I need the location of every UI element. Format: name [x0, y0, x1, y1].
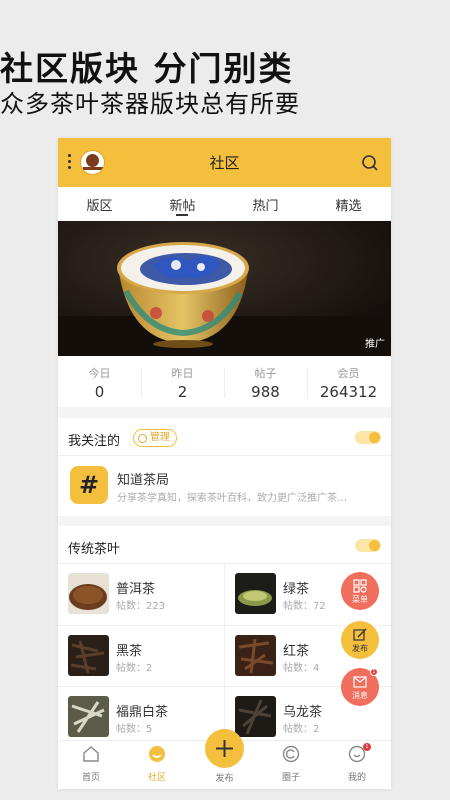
app-header: 社区	[58, 138, 391, 187]
page-title: 社区	[209, 154, 240, 172]
tab-home[interactable]: 首页	[58, 745, 124, 783]
stat-label: 会员	[337, 367, 360, 380]
category-name: 普洱茶	[116, 582, 156, 597]
tab-bar-top: 版区 新帖 热门 精选	[58, 187, 391, 221]
promote-tag: 推广	[365, 339, 385, 350]
tab-new-posts[interactable]: 新帖	[141, 195, 224, 214]
gear-icon	[138, 433, 147, 443]
tab-label: 首页	[81, 773, 100, 783]
board-title: 知道茶局	[117, 473, 170, 488]
tab-label: 我的	[347, 773, 366, 783]
stats-panel: 今日 0 昨日 2 帖子 988 会员 264312	[58, 356, 391, 407]
board-description: 分享茶学真知，探索茶叶百科，致力更广泛推广茶…	[117, 493, 347, 504]
stat-today: 今日 0	[58, 365, 141, 401]
dark-tea-image	[68, 635, 109, 676]
fab-label: 消息	[352, 691, 368, 700]
category-name: 乌龙茶	[283, 705, 323, 720]
category-count: 帖数：4	[283, 663, 320, 674]
category-count: 帖数：2	[116, 663, 153, 674]
profile-badge: 1	[363, 743, 371, 751]
fab-label: 菜单	[352, 595, 368, 604]
manage-label: 管理	[150, 432, 170, 443]
stat-label: 今日	[88, 367, 111, 380]
category-name: 绿茶	[283, 582, 310, 597]
followed-header: 我关注的 管理	[58, 418, 391, 456]
tea-category-item[interactable]: 普洱茶 帖数：223	[58, 564, 224, 625]
bottom-tab-bar: 首页 社区 发布 圈子 1 我的	[58, 729, 391, 789]
publish-button[interactable]	[205, 729, 244, 768]
message-badge: 1	[370, 668, 378, 676]
white-tea-image	[68, 696, 109, 737]
tab-me[interactable]: 1 我的	[324, 743, 390, 783]
stat-value: 2	[177, 383, 188, 401]
tea-category-item[interactable]: 黑茶 帖数：2	[58, 626, 224, 687]
category-count: 帖数：5	[116, 724, 153, 735]
tab-label: 圈子	[281, 773, 300, 783]
community-icon	[149, 746, 165, 762]
category-name: 红茶	[283, 644, 310, 659]
section-title: 传统茶叶	[68, 542, 121, 557]
grid-icon	[353, 579, 367, 593]
black-tea-image	[235, 635, 276, 676]
circle-icon	[282, 745, 300, 763]
stat-yesterday: 昨日 2	[141, 365, 224, 401]
home-icon	[83, 746, 99, 762]
mail-icon	[353, 676, 367, 688]
promo-subtitle: 众多茶叶茶器版块总有所要	[0, 90, 300, 118]
tea-category-item[interactable]: 福鼎白茶 帖数：5	[58, 687, 224, 748]
followed-toggle[interactable]	[355, 431, 381, 444]
phone-screen: 社区 版区 新帖 热门 精选 推广 今日 0 昨日 2 帖子 988 会员 26…	[58, 138, 391, 789]
manage-button[interactable]: 管理	[133, 429, 177, 447]
category-count: 帖数：223	[116, 601, 166, 612]
tab-community[interactable]: 社区	[124, 745, 190, 783]
promo-title: 社区版块 分门别类	[0, 49, 294, 88]
category-count: 帖数：2	[283, 724, 320, 735]
tab-hot[interactable]: 热门	[224, 195, 307, 214]
publish-fab[interactable]: 发布	[341, 621, 379, 659]
active-tab-indicator	[176, 214, 188, 216]
stat-label: 昨日	[171, 367, 194, 380]
puer-tea-image	[68, 573, 109, 614]
tab-circle[interactable]: 圈子	[258, 745, 324, 783]
menu-fab[interactable]: 菜单	[341, 572, 379, 610]
tab-label: 社区	[147, 773, 166, 783]
tab-banqu[interactable]: 版区	[58, 195, 141, 214]
category-name: 黑茶	[116, 644, 143, 659]
category-count: 帖数：72	[283, 601, 326, 612]
stat-posts: 帖子 988	[224, 365, 307, 401]
stat-value: 988	[251, 383, 280, 401]
stat-value: 0	[94, 383, 105, 401]
banner-image	[58, 221, 391, 356]
promo-banner[interactable]: 推广	[58, 221, 391, 356]
tab-featured[interactable]: 精选	[307, 195, 390, 214]
followed-board-item[interactable]: # 知道茶局 分享茶学真知，探索茶叶百科，致力更广泛推广茶…	[58, 456, 391, 516]
plus-icon	[216, 740, 233, 757]
fab-label: 发布	[352, 644, 368, 653]
category-name: 福鼎白茶	[116, 705, 169, 720]
stat-label: 帖子	[254, 367, 277, 380]
traditional-toggle[interactable]	[355, 539, 381, 552]
stat-members: 会员 264312	[307, 365, 390, 401]
stat-value: 264312	[319, 383, 378, 401]
section-title: 我关注的	[68, 434, 121, 449]
messages-fab[interactable]: 消息 1	[341, 668, 379, 706]
traditional-header: 传统茶叶	[58, 526, 391, 564]
edit-icon	[353, 628, 367, 641]
search-icon[interactable]	[361, 154, 379, 172]
tab-label: 发布	[215, 774, 234, 784]
green-tea-image	[235, 573, 276, 614]
hash-icon: #	[70, 466, 108, 504]
